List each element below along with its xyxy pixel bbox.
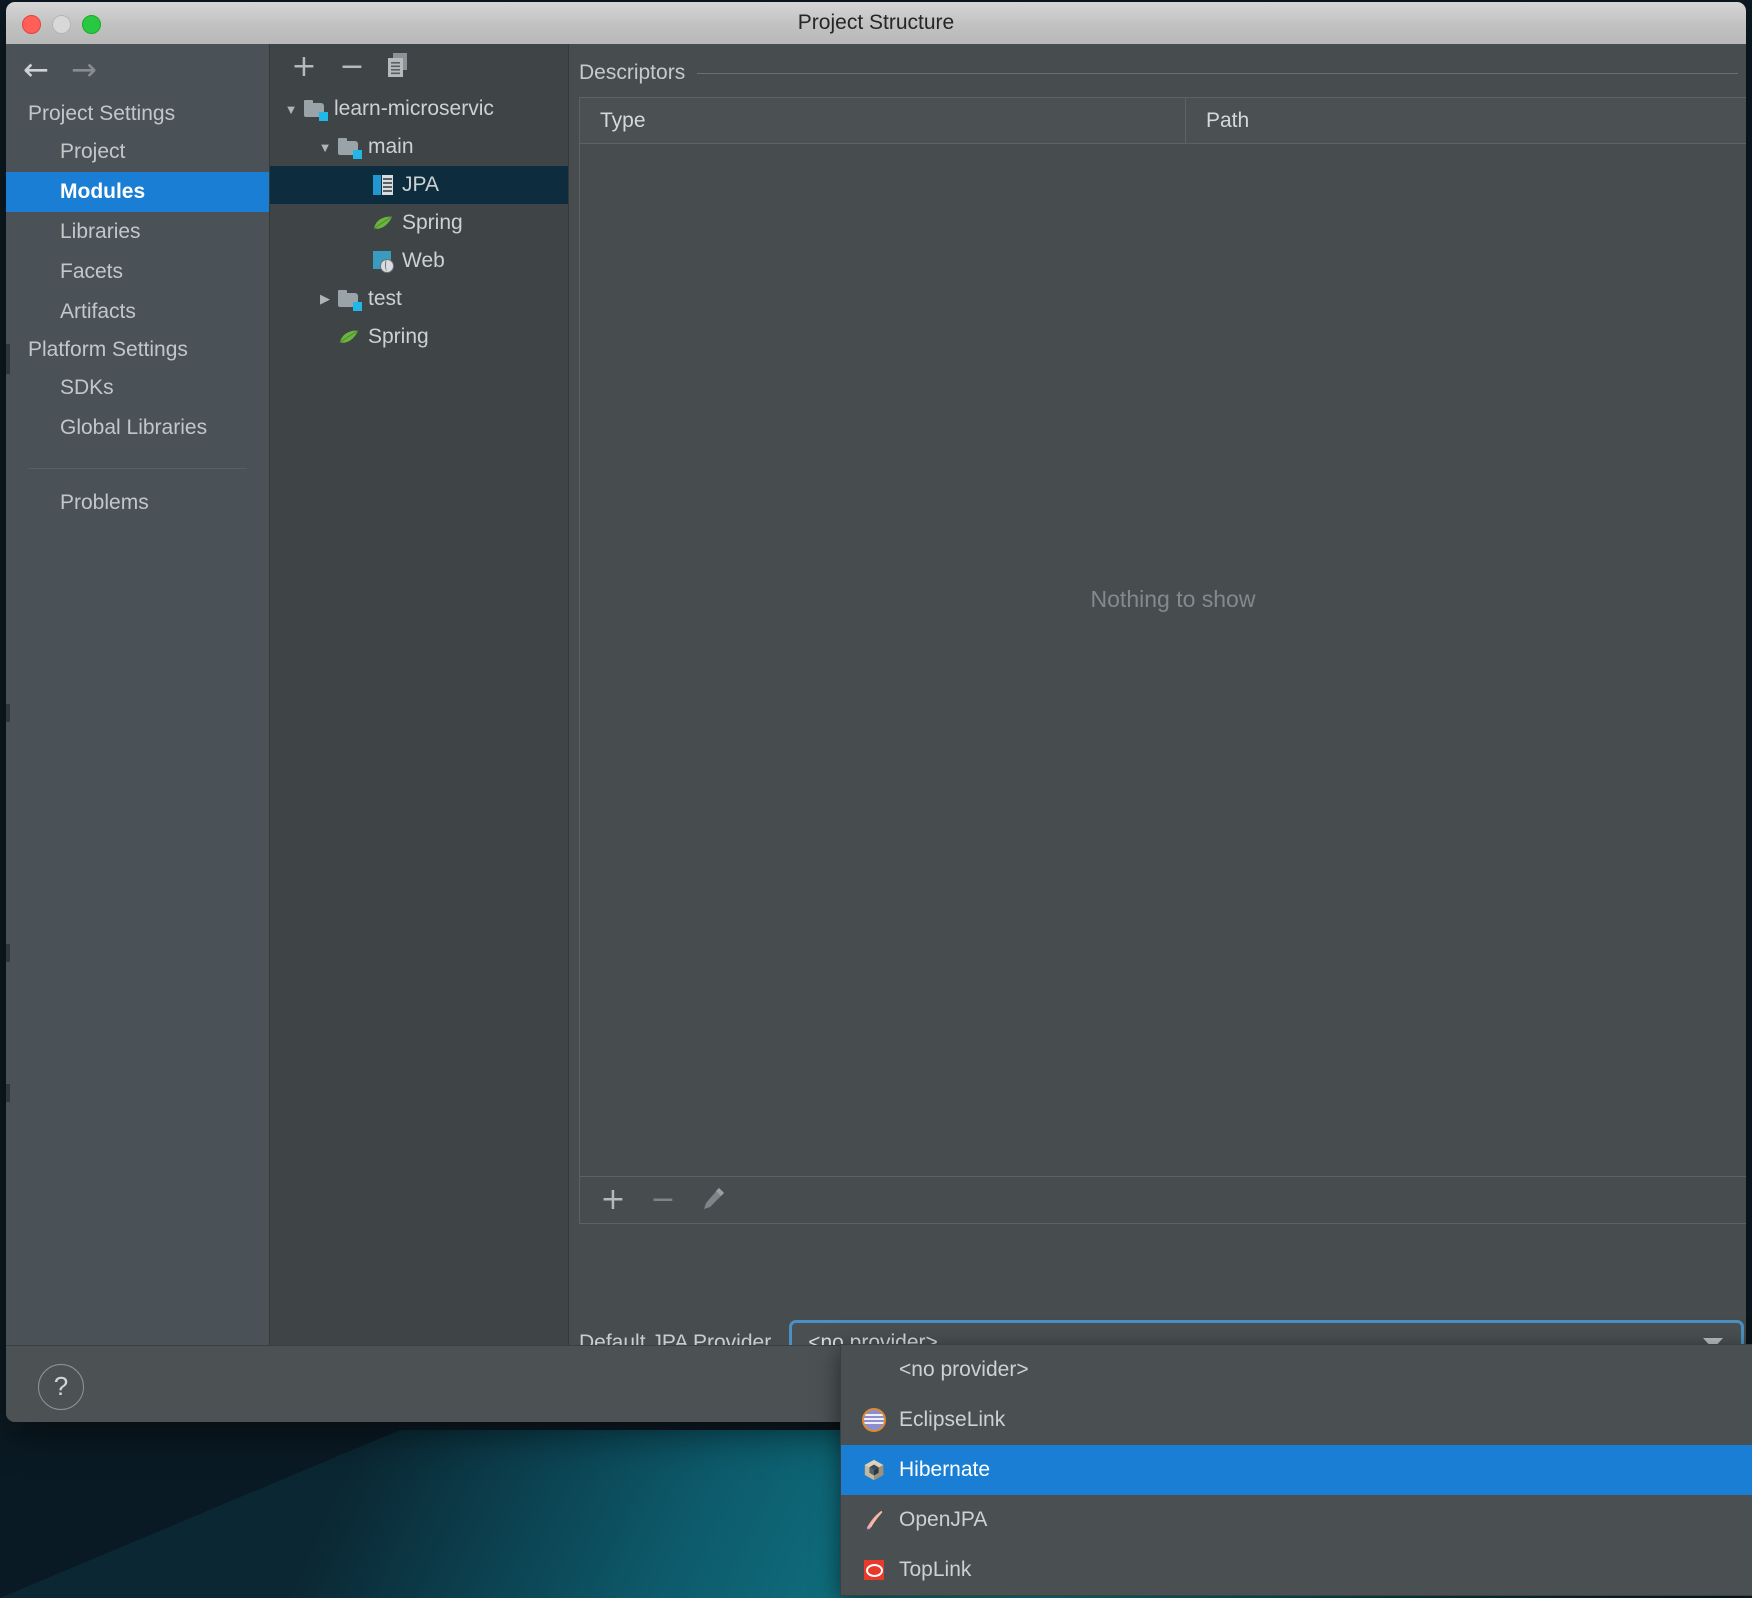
dropdown-option-hibernate[interactable]: Hibernate [841,1445,1752,1495]
descriptors-table-toolbar: + − [580,1176,1746,1223]
chevron-down-icon[interactable]: ▼ [280,102,302,117]
project-structure-dialog: Project Structure ← → Project Settings P… [6,2,1746,1422]
descriptors-legend: Descriptors [579,58,1738,88]
legend-rule [697,72,1738,74]
table-header-row: Type Path [580,98,1746,144]
dropdown-option-label: Hibernate [899,1458,991,1481]
tree-row-label: JPA [402,173,439,196]
jpa-facet-icon [370,175,396,195]
tree-row[interactable]: Web [270,242,568,280]
dropdown-option-label: <no provider> [899,1358,1029,1381]
descriptors-pane: Descriptors Type Path Nothing to show + … [569,44,1746,1367]
add-module-button[interactable]: + [288,52,320,82]
sidebar-item-modules[interactable]: Modules [6,172,269,212]
dropdown-option-label: EclipseLink [899,1408,1006,1431]
module-folder-icon [336,138,362,159]
arrow-left-icon[interactable]: ← [16,55,56,86]
chevron-down-icon[interactable]: ▼ [314,140,336,155]
tree-row-jpa[interactable]: JPA [270,166,568,204]
sidebar-edge-tick [6,1084,10,1102]
spring-facet-icon [370,214,396,232]
remove-module-button[interactable]: − [336,52,368,82]
descriptors-table: Type Path Nothing to show + − [579,97,1746,1224]
eclipselink-icon [859,1408,889,1432]
dropdown-option-label: TopLink [899,1558,972,1581]
hibernate-icon [859,1459,889,1481]
tree-row-label: Web [402,249,445,272]
tree-row[interactable]: ▶ test [270,280,568,318]
copy-icon[interactable] [384,52,416,82]
sidebar-group-project-settings: Project Settings [28,102,176,125]
dropdown-option-toplink[interactable]: TopLink [841,1545,1752,1595]
column-header-path[interactable]: Path [1186,98,1746,143]
toplink-icon [859,1560,889,1580]
tree-row-label: learn-microservic [334,97,494,120]
sidebar-item-facets[interactable]: Facets [6,252,269,292]
dropdown-option-openjpa[interactable]: OpenJPA [841,1495,1752,1545]
sidebar-edge-tick [6,344,10,374]
default-jpa-provider-dropdown[interactable]: <no provider> EclipseLink Hibernate Open… [840,1344,1752,1596]
sidebar-item-problems[interactable]: Problems [6,469,269,523]
descriptors-legend-label: Descriptors [579,61,686,84]
spring-facet-icon [336,328,362,346]
tree-row[interactable]: ▼ learn-microservic [270,90,568,128]
module-folder-icon [336,290,362,311]
web-facet-icon [370,251,396,273]
empty-state-label: Nothing to show [1090,586,1256,612]
pencil-icon[interactable] [696,1185,730,1215]
sidebar-edge-tick [6,944,10,962]
sidebar-item-sdks[interactable]: SDKs [6,368,269,408]
tree-row[interactable]: Spring [270,318,568,356]
remove-descriptor-button[interactable]: − [646,1185,680,1215]
tree-row-label: test [368,287,402,310]
module-folder-icon [302,100,328,121]
dialog-body: ← → Project Settings Project Modules Lib… [6,44,1746,1422]
openjpa-icon [859,1509,889,1531]
tree-row-label: main [368,135,414,158]
help-button[interactable]: ? [38,1364,84,1410]
sidebar-item-project[interactable]: Project [6,132,269,172]
dropdown-option-eclipselink[interactable]: EclipseLink [841,1395,1752,1445]
add-descriptor-button[interactable]: + [596,1185,630,1215]
sidebar-item-global-libraries[interactable]: Global Libraries [6,408,269,448]
dropdown-option-label: OpenJPA [899,1508,988,1531]
tree-row[interactable]: ▼ main [270,128,568,166]
sidebar-edge-tick [6,704,10,722]
navigation-arrows: ← → [6,44,269,96]
tree-row-label: Spring [402,211,463,234]
sidebar-item-libraries[interactable]: Libraries [6,212,269,252]
dropdown-option-no-provider[interactable]: <no provider> [841,1345,1752,1395]
window-titlebar: Project Structure [6,2,1746,45]
window-title: Project Structure [797,11,955,34]
settings-sidebar: ← → Project Settings Project Modules Lib… [6,44,270,1345]
chevron-right-icon[interactable]: ▶ [314,291,336,307]
sidebar-item-artifacts[interactable]: Artifacts [6,292,269,332]
column-header-type[interactable]: Type [580,98,1186,143]
table-empty-state: Nothing to show [580,143,1746,1176]
sidebar-group-platform-settings: Platform Settings [28,338,188,361]
tree-row[interactable]: Spring [270,204,568,242]
module-tree-toolbar: + − [270,44,568,90]
tree-row-label: Spring [368,325,429,348]
arrow-right-icon[interactable]: → [64,55,104,86]
module-tree-panel: + − ▼ learn-microservic ▼ main JPA Sprin… [270,44,569,1345]
